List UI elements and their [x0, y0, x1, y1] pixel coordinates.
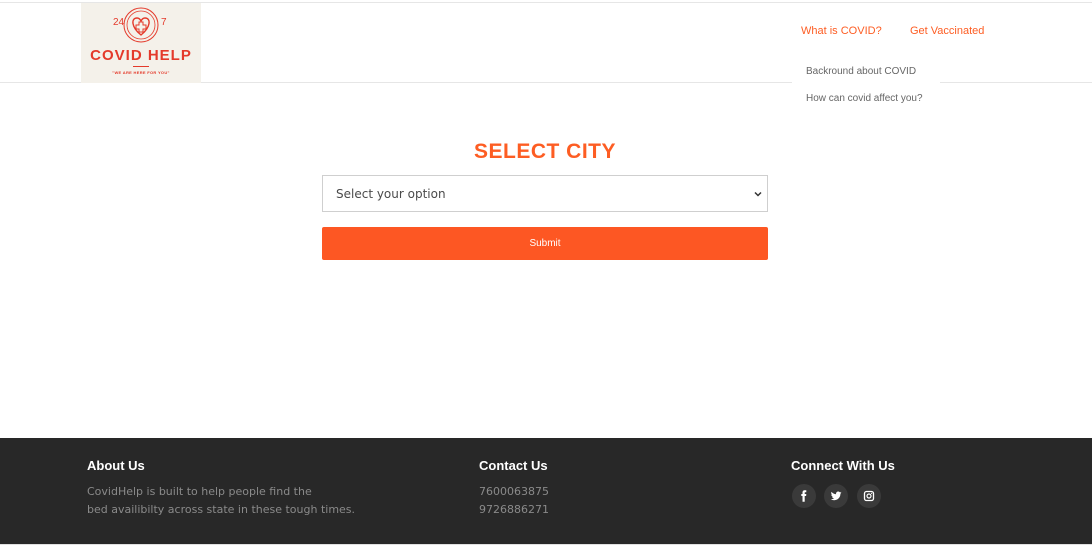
logo-divider [133, 66, 149, 67]
footer-about-text-2: bed availibilty across state in these to… [87, 503, 356, 516]
nav-what-is-covid[interactable]: What is COVID? [801, 25, 882, 37]
instagram-icon [863, 490, 875, 502]
footer-about-text-1: CovidHelp is built to help people find t… [87, 485, 312, 498]
site-footer: About Us CovidHelp is built to help peop… [0, 438, 1092, 544]
city-select-value: Select your option [336, 187, 446, 201]
city-select[interactable]: Select your option [322, 175, 768, 212]
facebook-icon [801, 490, 807, 502]
footer-contact-title: Contact Us [479, 458, 548, 473]
submit-button[interactable]: Submit [322, 227, 768, 260]
footer-phone-1[interactable]: 7600063875 [479, 485, 549, 498]
footer-connect-title: Connect With Us [791, 458, 895, 473]
logo-number-24: 24 [113, 17, 125, 28]
dropdown-item-affect[interactable]: How can covid affect you? [806, 93, 923, 104]
site-logo[interactable]: 24 7 COVID HELP "WE ARE HERE FOR YOU" [81, 3, 201, 83]
logo-title: COVID HELP [90, 47, 192, 64]
footer-about-title: About Us [87, 458, 145, 473]
instagram-link[interactable] [857, 484, 881, 508]
footer-phone-2[interactable]: 9726886271 [479, 503, 549, 516]
facebook-link[interactable] [792, 484, 816, 508]
twitter-link[interactable] [824, 484, 848, 508]
covid-dropdown-menu: Backround about COVID How can covid affe… [792, 60, 940, 112]
logo-tagline: "WE ARE HERE FOR YOU" [112, 70, 170, 75]
dropdown-item-background[interactable]: Backround about COVID [806, 66, 916, 77]
twitter-icon [830, 491, 842, 501]
page-title: SELECT CITY [473, 140, 616, 163]
chevron-down-icon [754, 191, 762, 197]
logo-number-7: 7 [161, 17, 167, 28]
nav-get-vaccinated[interactable]: Get Vaccinated [910, 25, 984, 37]
